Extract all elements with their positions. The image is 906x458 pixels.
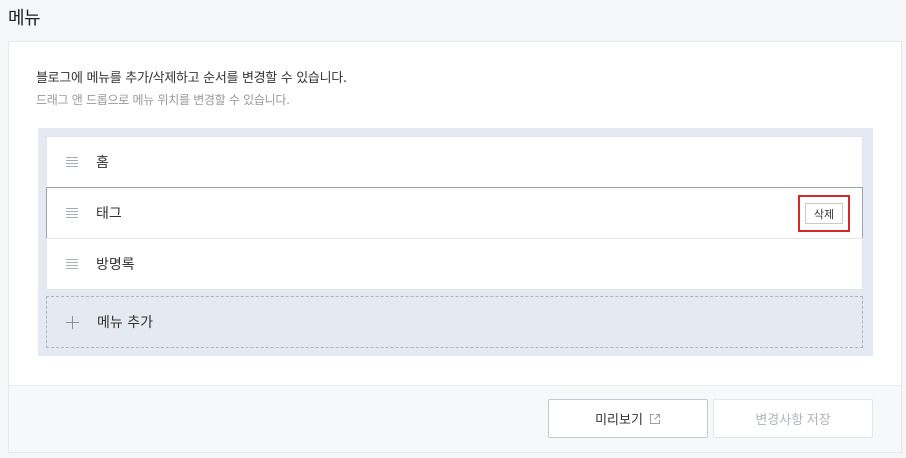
delete-button-highlight: 삭제 <box>798 195 850 232</box>
menu-item-tag[interactable]: 태그 삭제 <box>46 187 863 239</box>
menu-item-label: 방명록 <box>96 257 135 273</box>
description-primary: 블로그에 메뉴를 추가/삭제하고 순서를 변경할 수 있습니다. <box>36 71 347 86</box>
save-changes-button[interactable]: 변경사항 저장 <box>713 399 873 438</box>
drag-handle-icon[interactable] <box>66 157 78 167</box>
menu-item-label: 홈 <box>96 155 109 171</box>
drag-handle-icon[interactable] <box>66 259 78 269</box>
menu-settings-panel: 블로그에 메뉴를 추가/삭제하고 순서를 변경할 수 있습니다. 드래그 앤 드… <box>8 41 902 453</box>
menu-list-area: 홈 태그 삭제 방명록 메뉴 추가 <box>38 128 873 356</box>
add-menu-label: 메뉴 추가 <box>97 315 153 331</box>
menu-item-guestbook[interactable]: 방명록 <box>46 238 863 290</box>
preview-label: 미리보기 <box>595 412 643 427</box>
preview-button[interactable]: 미리보기 <box>548 399 708 438</box>
menu-item-label: 태그 <box>96 206 122 222</box>
add-menu-button[interactable]: 메뉴 추가 <box>46 296 863 348</box>
description-secondary: 드래그 앤 드롭으로 메뉴 위치를 변경할 수 있습니다. <box>36 93 290 107</box>
menu-item-home[interactable]: 홈 <box>46 136 863 188</box>
plus-icon <box>66 315 79 329</box>
external-link-icon <box>649 413 660 424</box>
page-title: 메뉴 <box>8 8 41 29</box>
drag-handle-icon[interactable] <box>66 208 78 218</box>
footer-bar: 미리보기 변경사항 저장 <box>9 385 901 452</box>
delete-button[interactable]: 삭제 <box>805 203 843 224</box>
